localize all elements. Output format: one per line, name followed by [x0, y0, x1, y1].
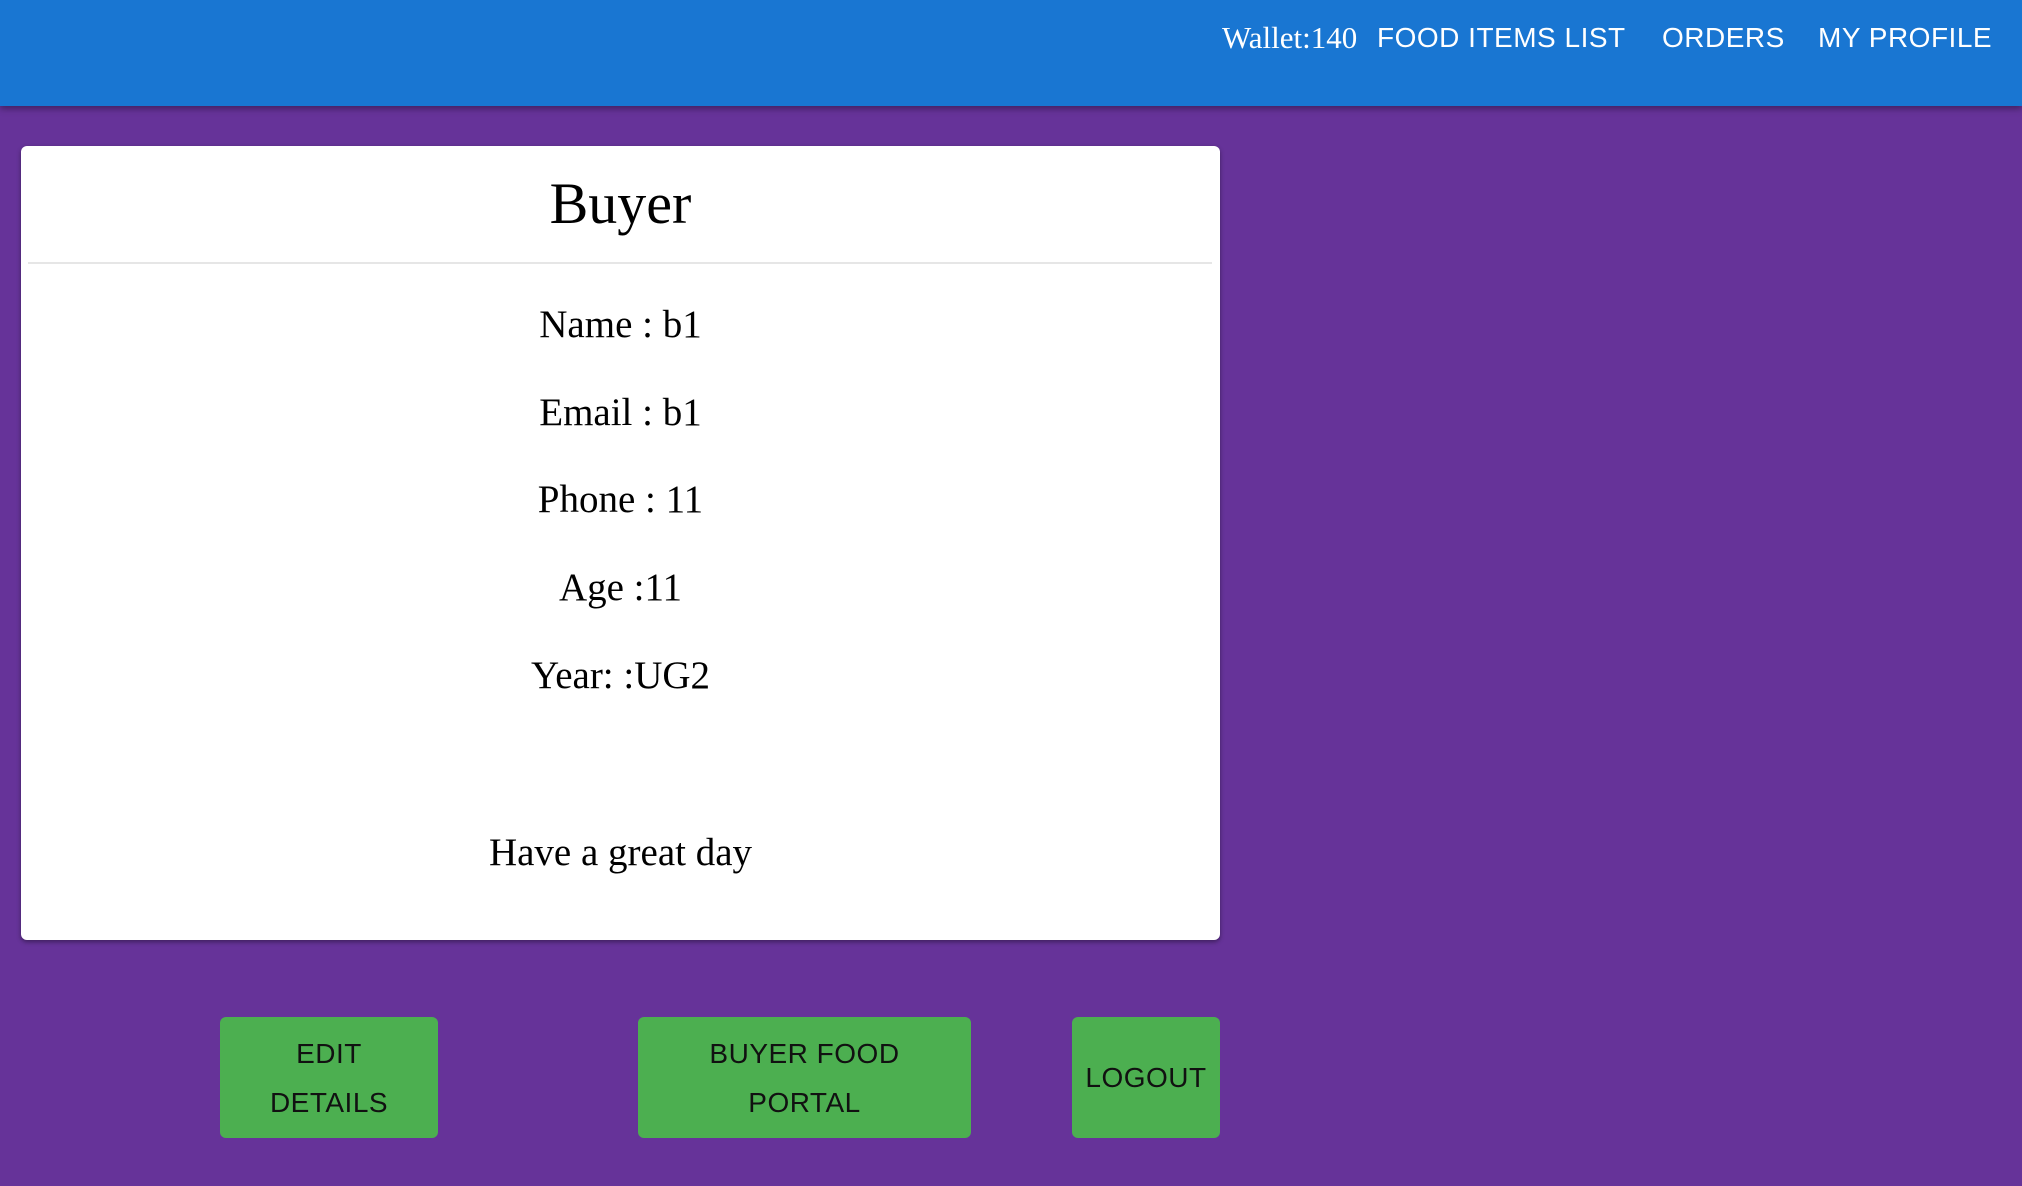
- nav-my-profile[interactable]: MY PROFILE: [1818, 22, 1992, 54]
- portal-label-line1: BUYER FOOD: [709, 1037, 900, 1069]
- edit-details-button[interactable]: EDIT DETAILS: [220, 1017, 438, 1138]
- profile-age: Age :11: [558, 566, 683, 609]
- profile-title: Buyer: [549, 171, 692, 236]
- nav-food-items-list[interactable]: FOOD ITEMS LIST: [1377, 22, 1626, 54]
- portal-label-line2: PORTAL: [748, 1086, 861, 1118]
- app-bar: Wallet:140 FOOD ITEMS LIST ORDERS MY PRO…: [0, 0, 2022, 106]
- profile-phone: Phone : 11: [537, 478, 704, 521]
- nav-orders[interactable]: ORDERS: [1662, 22, 1785, 54]
- greeting-text: Have a great day: [488, 831, 753, 874]
- buyer-food-portal-button[interactable]: BUYER FOOD PORTAL: [638, 1017, 971, 1138]
- divider: [28, 262, 1212, 264]
- edit-details-label-line2: DETAILS: [269, 1086, 389, 1118]
- profile-year: Year: :UG2: [530, 654, 711, 697]
- logout-button[interactable]: LOGOUT: [1072, 1017, 1220, 1138]
- profile-name: Name : b1: [539, 303, 702, 346]
- profile-card: [21, 146, 1220, 940]
- logout-label: LOGOUT: [1085, 1062, 1207, 1093]
- profile-email: Email : b1: [539, 391, 702, 434]
- wallet-balance: Wallet:140: [1222, 20, 1358, 55]
- edit-details-label-line1: EDIT: [296, 1037, 362, 1069]
